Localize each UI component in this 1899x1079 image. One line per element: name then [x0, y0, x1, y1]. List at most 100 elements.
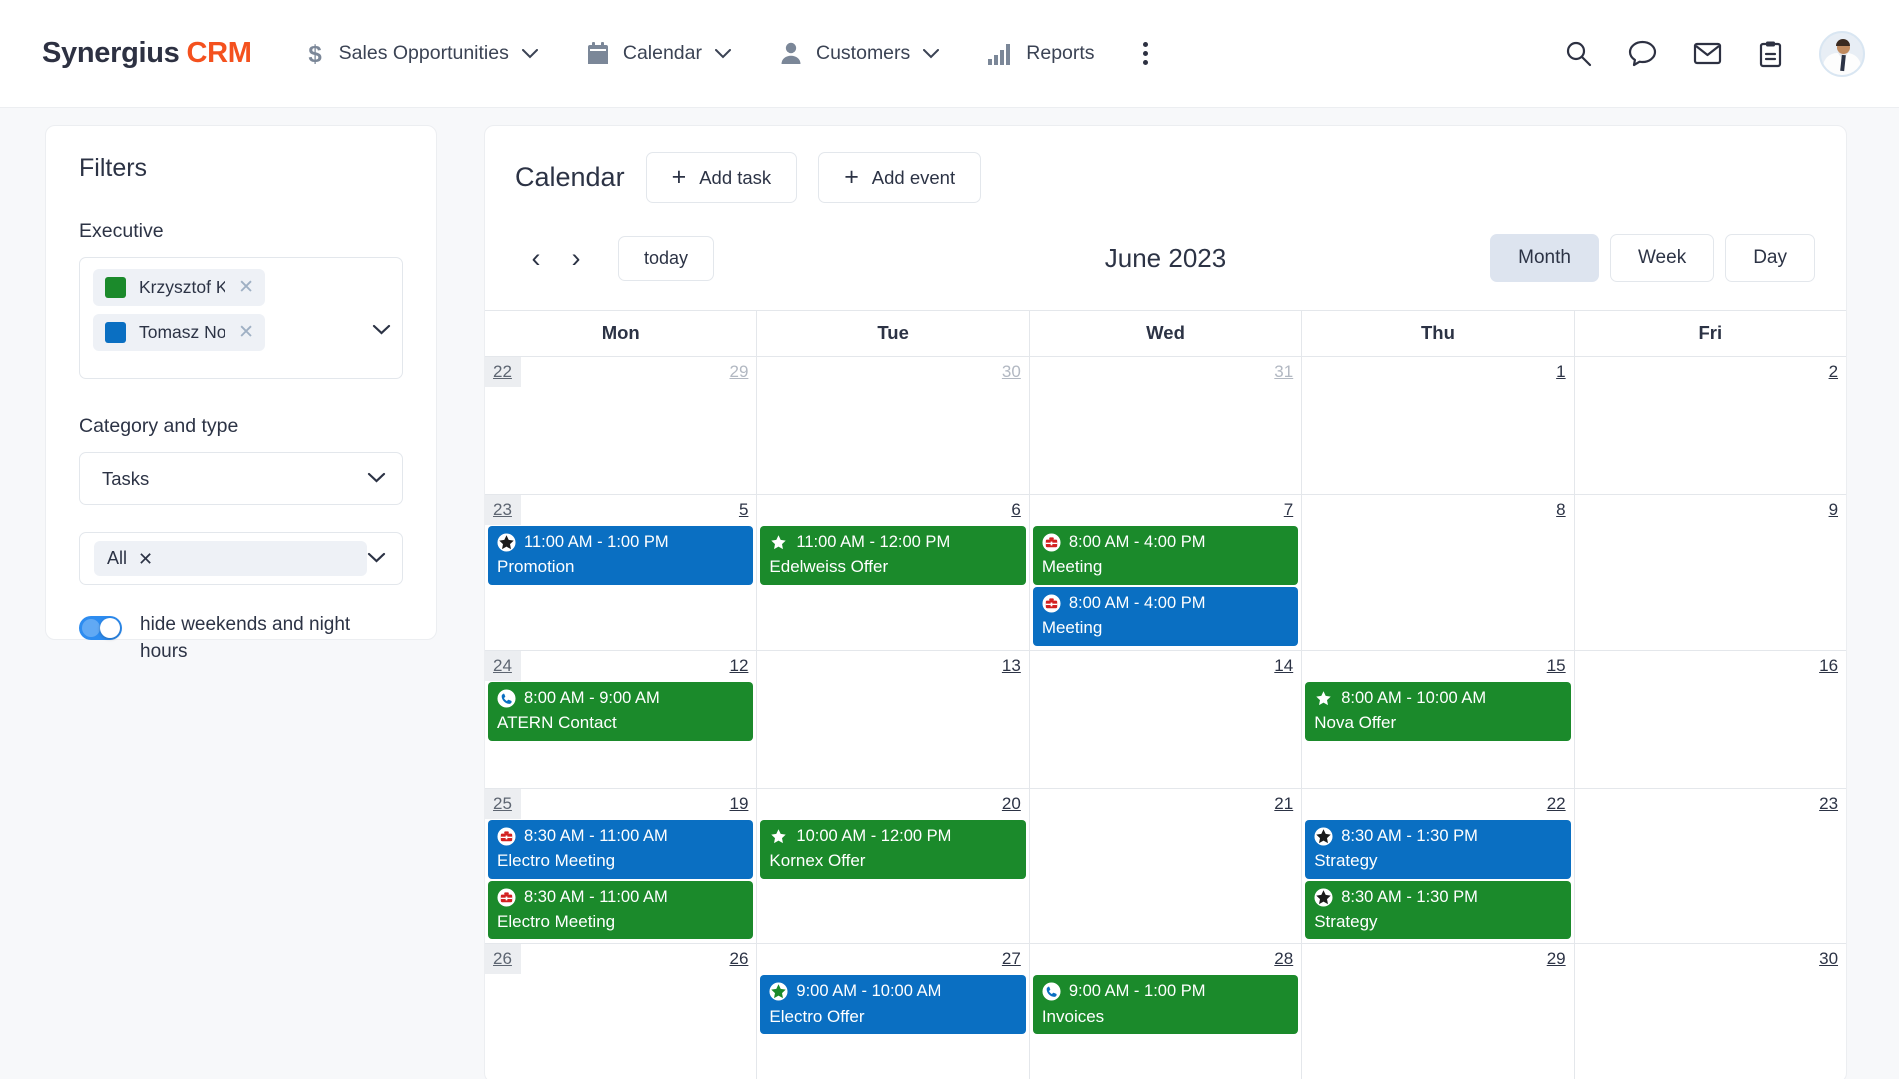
day-number[interactable]: 29	[485, 357, 756, 388]
category-select[interactable]: Tasks	[79, 452, 403, 505]
day-number[interactable]: 23	[1575, 789, 1846, 820]
calendar-day-cell[interactable]: 289:00 AM - 1:00 PMInvoices	[1030, 944, 1302, 1079]
calendar-day-cell[interactable]: 228:30 AM - 1:30 PMStrategy8:30 AM - 1:3…	[1302, 789, 1574, 944]
remove-chip-icon[interactable]: ✕	[238, 323, 254, 342]
day-number[interactable]: 16	[1575, 651, 1846, 682]
week-number[interactable]: 22	[485, 357, 521, 387]
day-number[interactable]: 5	[485, 495, 756, 526]
day-number[interactable]: 27	[757, 944, 1028, 975]
calendar-day-cell[interactable]: 279:00 AM - 10:00 AMElectro Offer	[757, 944, 1029, 1079]
day-number[interactable]: 12	[485, 651, 756, 682]
calendar-event[interactable]: 8:00 AM - 4:00 PMMeeting	[1033, 526, 1298, 585]
day-number[interactable]: 6	[757, 495, 1028, 526]
event-time: 11:00 AM - 1:00 PM	[524, 532, 669, 553]
day-number[interactable]: 30	[757, 357, 1028, 388]
day-number[interactable]: 13	[757, 651, 1028, 682]
app-logo[interactable]: SynergiusCRM	[42, 37, 252, 70]
day-number[interactable]: 9	[1575, 495, 1846, 526]
calendar-day-cell[interactable]: 14	[1030, 651, 1302, 788]
calendar-day-cell[interactable]: 1	[1302, 357, 1574, 494]
calendar-event[interactable]: 8:30 AM - 1:30 PMStrategy	[1305, 881, 1570, 940]
clipboard-icon[interactable]	[1758, 40, 1783, 68]
hide-weekends-toggle[interactable]	[79, 616, 122, 640]
calendar-day-cell[interactable]: 24128:00 AM - 9:00 AMATERN Contact	[485, 651, 757, 788]
calendar-day-cell[interactable]: 30	[757, 357, 1029, 494]
more-options-icon[interactable]	[1143, 42, 1148, 65]
calendar-event[interactable]: 9:00 AM - 10:00 AMElectro Offer	[760, 975, 1025, 1034]
calendar-event[interactable]: 8:00 AM - 10:00 AMNova Offer	[1305, 682, 1570, 741]
avatar[interactable]	[1819, 31, 1865, 77]
day-number[interactable]: 29	[1302, 944, 1573, 975]
day-number[interactable]: 21	[1030, 789, 1301, 820]
day-number[interactable]: 28	[1030, 944, 1301, 975]
calendar-day-cell[interactable]: 611:00 AM - 12:00 PMEdelweiss Offer	[757, 495, 1029, 650]
type-select[interactable]: All ✕	[79, 532, 403, 585]
week-number[interactable]: 25	[485, 789, 521, 819]
calendar-event[interactable]: 9:00 AM - 1:00 PMInvoices	[1033, 975, 1298, 1034]
chevron-down-icon[interactable]	[372, 322, 391, 340]
executive-multiselect[interactable]: Krzysztof Kow… ✕ Tomasz Now… ✕	[79, 257, 403, 379]
executive-chip[interactable]: Tomasz Now… ✕	[93, 314, 265, 351]
week-number[interactable]: 24	[485, 651, 521, 681]
calendar-day-cell[interactable]: 21	[1030, 789, 1302, 944]
calendar-day-cell[interactable]: 2626	[485, 944, 757, 1079]
mail-icon[interactable]	[1693, 41, 1722, 66]
calendar-day-cell[interactable]: 8	[1302, 495, 1574, 650]
calendar-day-cell[interactable]: 25198:30 AM - 11:00 AMElectro Meeting8:3…	[485, 789, 757, 944]
day-number[interactable]: 8	[1302, 495, 1573, 526]
next-period-button[interactable]: ›	[556, 238, 596, 278]
day-number[interactable]: 1	[1302, 357, 1573, 388]
calendar-event[interactable]: 8:00 AM - 4:00 PMMeeting	[1033, 587, 1298, 646]
calendar-day-cell[interactable]: 23511:00 AM - 1:00 PMPromotion	[485, 495, 757, 650]
calendar-event[interactable]: 11:00 AM - 1:00 PMPromotion	[488, 526, 753, 585]
calendar-event[interactable]: 11:00 AM - 12:00 PMEdelweiss Offer	[760, 526, 1025, 585]
day-number[interactable]: 20	[757, 789, 1028, 820]
day-number[interactable]: 14	[1030, 651, 1301, 682]
calendar-event[interactable]: 8:30 AM - 11:00 AMElectro Meeting	[488, 820, 753, 879]
calendar-day-cell[interactable]: 31	[1030, 357, 1302, 494]
remove-chip-icon[interactable]: ✕	[238, 278, 254, 297]
view-month-button[interactable]: Month	[1490, 234, 1599, 282]
day-number[interactable]: 26	[485, 944, 756, 975]
calendar-day-cell[interactable]: 2229	[485, 357, 757, 494]
calendar-day-cell[interactable]: 158:00 AM - 10:00 AMNova Offer	[1302, 651, 1574, 788]
calendar-event[interactable]: 10:00 AM - 12:00 PMKornex Offer	[760, 820, 1025, 879]
type-chip[interactable]: All ✕	[94, 541, 367, 576]
calendar-day-cell[interactable]: 2	[1575, 357, 1846, 494]
day-number[interactable]: 31	[1030, 357, 1301, 388]
add-task-button[interactable]: + Add task	[646, 152, 798, 203]
view-day-button[interactable]: Day	[1725, 234, 1815, 282]
nav-item-reports[interactable]: Reports	[987, 42, 1094, 66]
add-event-button[interactable]: + Add event	[818, 152, 981, 203]
week-number[interactable]: 23	[485, 495, 521, 525]
today-button[interactable]: today	[618, 236, 714, 281]
calendar-event[interactable]: 8:30 AM - 1:30 PMStrategy	[1305, 820, 1570, 879]
calendar-day-cell[interactable]: 29	[1302, 944, 1574, 1079]
chat-icon[interactable]	[1628, 40, 1657, 67]
day-number[interactable]: 22	[1302, 789, 1573, 820]
nav-item-customers[interactable]: Customers	[779, 41, 939, 66]
nav-item-sales-opportunities[interactable]: $ Sales Opportunities	[304, 41, 538, 67]
remove-chip-icon[interactable]: ✕	[138, 550, 153, 568]
calendar-event[interactable]: 8:00 AM - 9:00 AMATERN Contact	[488, 682, 753, 741]
day-number[interactable]: 2	[1575, 357, 1846, 388]
calendar-day-cell[interactable]: 9	[1575, 495, 1846, 650]
calendar-day-cell[interactable]: 13	[757, 651, 1029, 788]
calendar-day-cell[interactable]: 23	[1575, 789, 1846, 944]
day-number[interactable]: 30	[1575, 944, 1846, 975]
calendar-day-cell[interactable]: 16	[1575, 651, 1846, 788]
calendar-day-cell[interactable]: 30	[1575, 944, 1846, 1079]
nav-item-calendar[interactable]: Calendar	[586, 41, 731, 66]
day-number[interactable]: 7	[1030, 495, 1301, 526]
calendar-day-cell[interactable]: 78:00 AM - 4:00 PMMeeting8:00 AM - 4:00 …	[1030, 495, 1302, 650]
calendar-day-cell[interactable]: 2010:00 AM - 12:00 PMKornex Offer	[757, 789, 1029, 944]
day-number[interactable]: 19	[485, 789, 756, 820]
prev-period-button[interactable]: ‹	[516, 238, 556, 278]
week-number[interactable]: 26	[485, 944, 521, 974]
event-time: 8:00 AM - 9:00 AM	[524, 688, 660, 709]
calendar-event[interactable]: 8:30 AM - 11:00 AMElectro Meeting	[488, 881, 753, 940]
executive-chip[interactable]: Krzysztof Kow… ✕	[93, 269, 265, 306]
day-number[interactable]: 15	[1302, 651, 1573, 682]
search-icon[interactable]	[1565, 40, 1592, 67]
view-week-button[interactable]: Week	[1610, 234, 1714, 282]
